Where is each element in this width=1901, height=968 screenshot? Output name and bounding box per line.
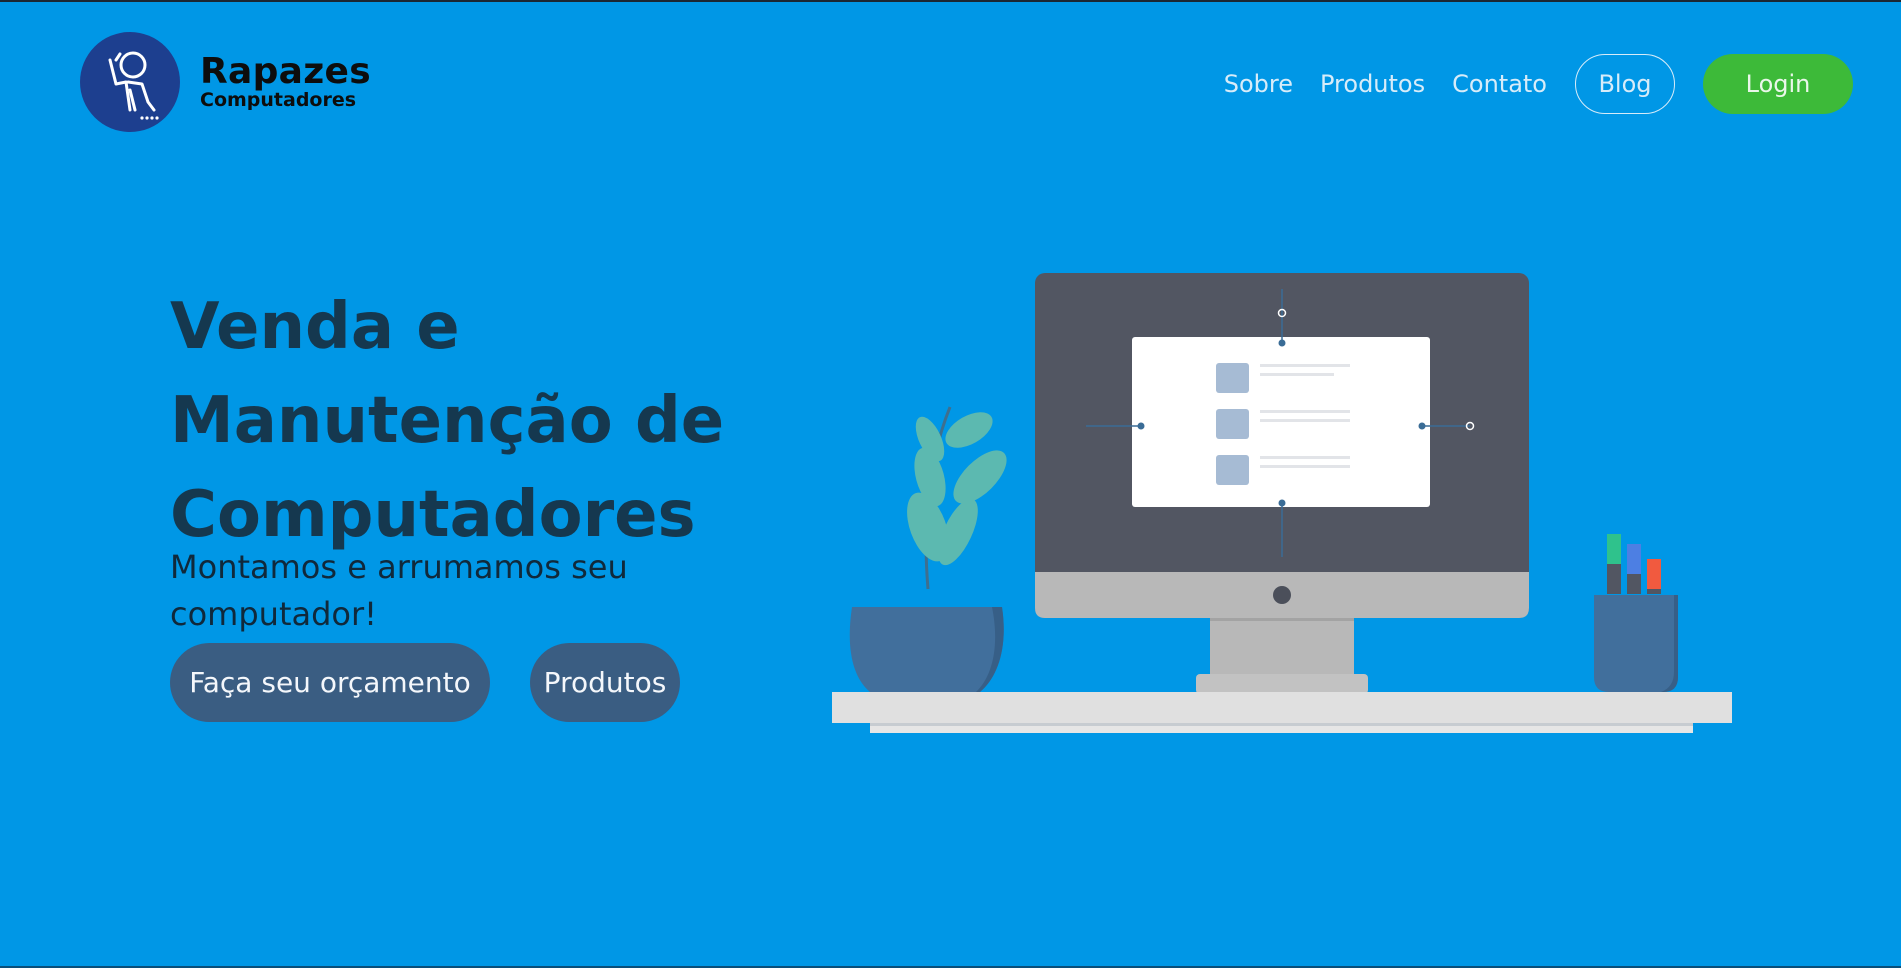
page-background: Rapazes Computadores Sobre Produtos Cont… bbox=[0, 2, 1901, 966]
potted-plant-icon bbox=[849, 406, 1007, 692]
login-button[interactable]: Login bbox=[1703, 54, 1853, 114]
desktop-monitor-icon bbox=[1035, 273, 1529, 694]
blog-button[interactable]: Blog bbox=[1575, 54, 1675, 114]
hero-title-line: Venda e bbox=[170, 290, 460, 364]
hero-title-line: Manutenção de bbox=[170, 384, 725, 458]
main-nav: Sobre Produtos Contato Blog Login bbox=[1197, 54, 1853, 114]
hero-title: Venda e Manutenção de Computadores bbox=[170, 280, 730, 562]
brand[interactable]: Rapazes Computadores bbox=[80, 32, 371, 132]
pen-holder-icon bbox=[1594, 534, 1678, 692]
nav-link-produtos[interactable]: Produtos bbox=[1320, 70, 1425, 98]
desk bbox=[832, 692, 1732, 733]
brand-title: Rapazes bbox=[200, 51, 371, 92]
workspace-illustration bbox=[832, 273, 1732, 733]
brand-subtitle: Computadores bbox=[200, 89, 357, 111]
products-button[interactable]: Produtos bbox=[530, 643, 680, 722]
nav-link-contato[interactable]: Contato bbox=[1452, 70, 1547, 98]
hero-subtitle: Montamos e arrumamos seu computador! bbox=[170, 548, 628, 633]
waving-person-icon bbox=[108, 51, 159, 120]
quote-button[interactable]: Faça seu orçamento bbox=[170, 643, 490, 722]
hero-title-line: Computadores bbox=[170, 478, 696, 552]
nav-link-sobre[interactable]: Sobre bbox=[1224, 70, 1293, 98]
brand-text: Rapazes Computadores bbox=[200, 51, 371, 111]
logo[interactable] bbox=[80, 32, 180, 132]
